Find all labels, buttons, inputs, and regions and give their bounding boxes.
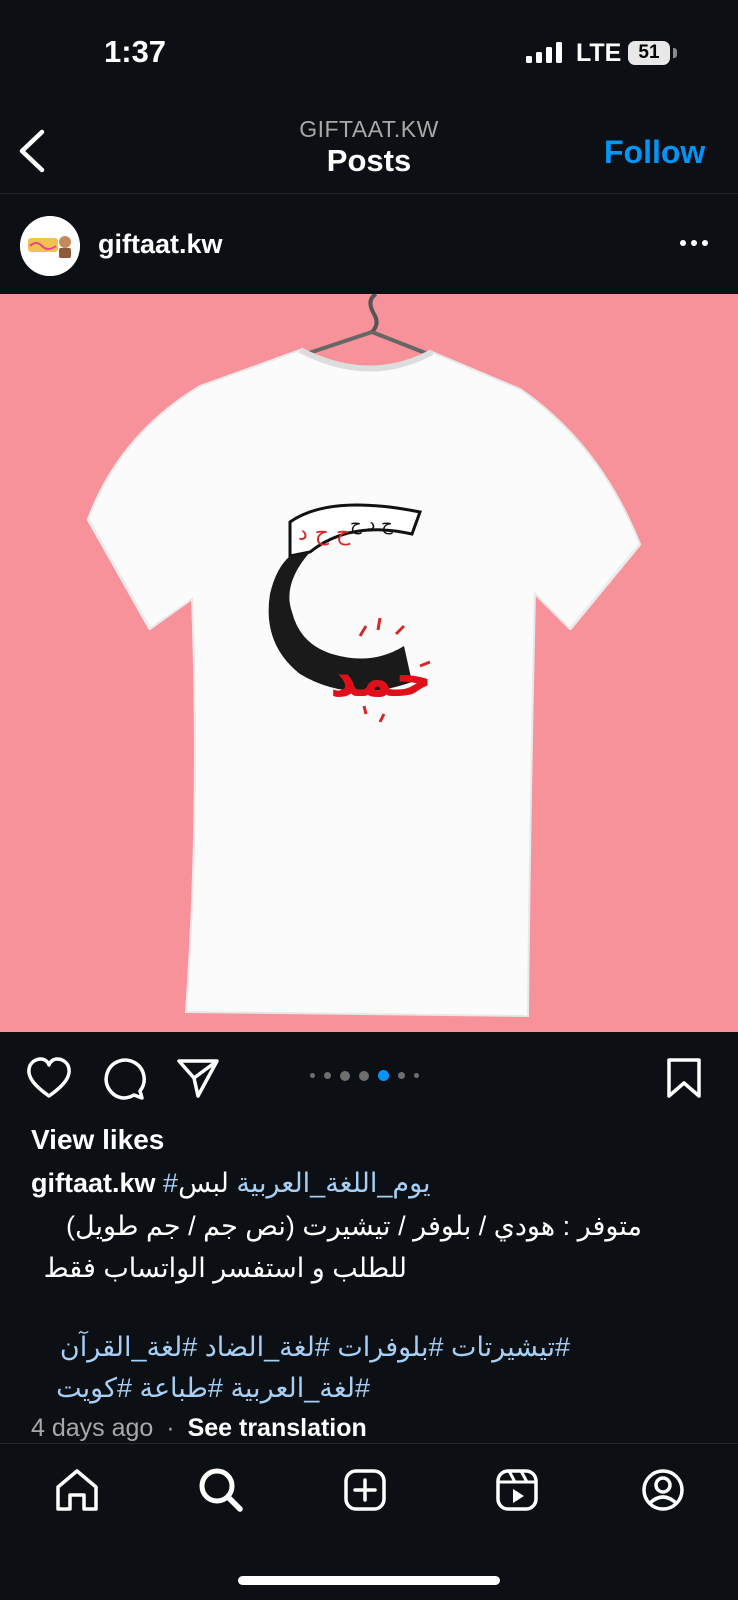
- caption-line-2: متوفر : هودي / بلوفر / تيشيرت (نص جم / ج…: [66, 1211, 642, 1241]
- caption-line: giftaat.kw #يوم_اللغة_العربية لبس: [31, 1168, 431, 1199]
- caption-text: لبس: [178, 1168, 229, 1198]
- status-time: 1:37: [104, 34, 167, 69]
- carousel-dot-active: [378, 1070, 389, 1081]
- post-username[interactable]: giftaat.kw: [98, 229, 223, 260]
- create-icon[interactable]: [342, 1467, 388, 1513]
- svg-text:ح ح د: ح ح د: [298, 521, 351, 546]
- post-image[interactable]: ح ح د ح د ح حمد: [0, 294, 738, 1032]
- follow-button[interactable]: Follow: [604, 134, 705, 171]
- comment-icon[interactable]: [102, 1057, 146, 1106]
- caption-hashtags-1[interactable]: #تيشيرتات #بلوفرات #لغة_الضاد #لغة_القرآ…: [60, 1332, 570, 1363]
- svg-text:ح د ح: ح د ح: [350, 514, 393, 535]
- caption-line-3: للطلب و استفسر الواتساب فقط: [43, 1253, 407, 1283]
- network-type: LTE: [576, 39, 622, 67]
- svg-text:حمد: حمد: [330, 649, 432, 709]
- header-divider: [0, 193, 738, 194]
- home-icon[interactable]: [54, 1467, 100, 1513]
- battery-cap: [673, 48, 677, 58]
- see-translation-link[interactable]: See translation: [188, 1414, 367, 1442]
- battery-icon: 51: [628, 41, 670, 65]
- caption-username[interactable]: giftaat.kw: [31, 1168, 156, 1198]
- view-likes-link[interactable]: View likes: [31, 1124, 164, 1156]
- caption-hashtags-2[interactable]: #لغة_العربية #طباعة #كويت: [56, 1373, 370, 1404]
- nav-divider: [0, 1443, 738, 1444]
- like-icon[interactable]: [26, 1057, 72, 1104]
- carousel-indicator: [310, 1070, 419, 1081]
- share-icon[interactable]: [176, 1057, 220, 1104]
- search-icon[interactable]: [198, 1467, 244, 1513]
- reels-icon[interactable]: [494, 1467, 540, 1513]
- post-meta: 4 days ago · See translation: [31, 1414, 367, 1443]
- signal-icon: [526, 42, 562, 63]
- save-icon[interactable]: [666, 1057, 702, 1104]
- post-time: 4 days ago: [31, 1414, 154, 1442]
- avatar[interactable]: [20, 216, 80, 276]
- home-indicator: [238, 1576, 500, 1585]
- meta-separator: ·: [166, 1414, 175, 1442]
- more-options-icon[interactable]: [680, 240, 708, 246]
- profile-icon[interactable]: [640, 1467, 686, 1513]
